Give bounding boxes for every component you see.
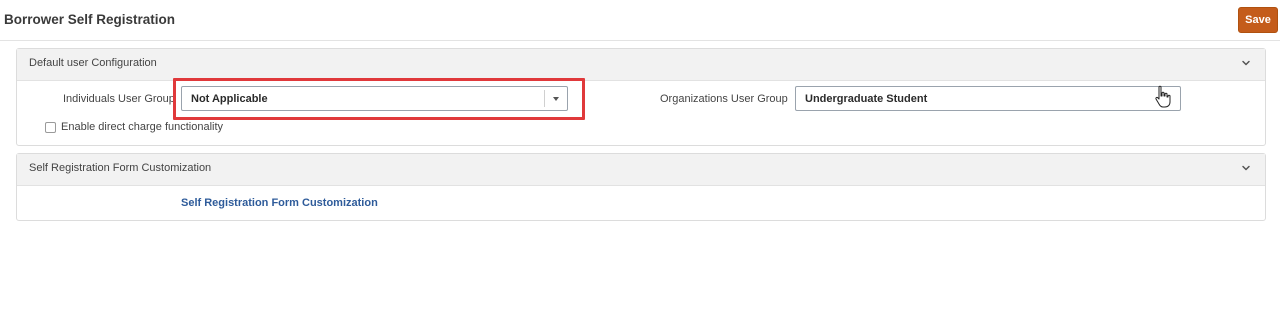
hand-cursor-icon xyxy=(1155,85,1171,108)
save-button[interactable]: Save xyxy=(1238,7,1278,33)
individuals-user-group-label: Individuals User Group xyxy=(63,93,175,105)
organizations-user-group-select[interactable]: Undergraduate Student xyxy=(795,86,1181,111)
top-bar: Borrower Self Registration Save xyxy=(0,0,1280,41)
direct-charge-label: Enable direct charge functionality xyxy=(61,121,224,133)
form-customization-link[interactable]: Self Registration Form Customization xyxy=(181,197,378,209)
panel-title: Default user Configuration xyxy=(29,57,157,69)
page-title: Borrower Self Registration xyxy=(4,12,176,27)
direct-charge-checkbox[interactable] xyxy=(45,122,56,133)
default-user-configuration-header[interactable]: Default user Configuration xyxy=(17,49,1265,81)
default-user-configuration-panel: Default user Configuration Individuals U… xyxy=(16,48,1266,146)
form-customization-header[interactable]: Self Registration Form Customization xyxy=(17,154,1265,186)
chevron-down-icon[interactable] xyxy=(1239,56,1253,70)
highlight-annotation-box xyxy=(173,78,585,120)
organizations-user-group-label: Organizations User Group xyxy=(660,93,788,105)
chevron-down-icon[interactable] xyxy=(1239,161,1253,175)
organizations-user-group-value: Undergraduate Student xyxy=(805,93,928,105)
page: Borrower Self Registration Save Default … xyxy=(0,0,1280,321)
panel-title: Self Registration Form Customization xyxy=(29,162,212,174)
self-registration-form-customization-panel: Self Registration Form Customization Sel… xyxy=(16,153,1266,221)
